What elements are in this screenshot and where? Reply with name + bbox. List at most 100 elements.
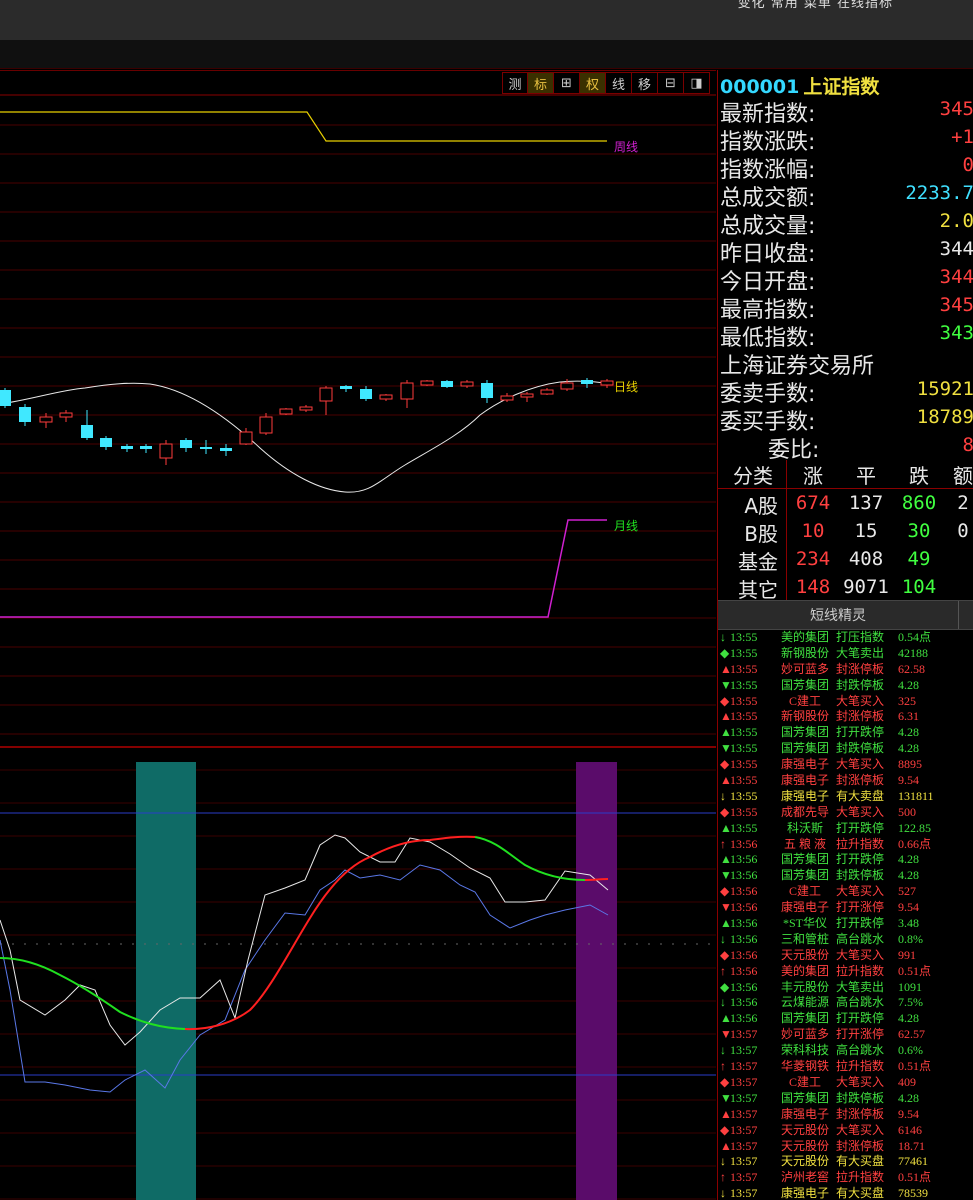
feed-time: 13:56 xyxy=(730,947,758,962)
sprite-feed-item[interactable]: ▲13:55 妙可蓝多 封涨停板 62.58 xyxy=(720,662,973,678)
feed-time: 13:56 xyxy=(730,1011,758,1026)
chart-tool-button[interactable]: 线 xyxy=(606,72,632,94)
chart-tool-button[interactable]: 移 xyxy=(632,72,658,94)
feed-time: 13:56 xyxy=(730,995,758,1010)
feed-value: 9.54 xyxy=(898,900,919,915)
quote-row: 最低指数: 343 xyxy=(720,320,973,351)
feed-time: 13:55 xyxy=(730,804,758,819)
feed-time: 13:55 xyxy=(730,693,758,708)
order-row: 委比: 8 xyxy=(720,432,973,463)
sprite-feed-item[interactable]: ▼13:55 国芳集团 封跌停板 4.28 xyxy=(720,741,973,757)
feed-time: 13:57 xyxy=(730,1059,758,1074)
sprite-feed-item[interactable]: ◆13:57 C建工 大笔买入 409 xyxy=(720,1075,973,1091)
feed-event: 打开跌停 xyxy=(836,725,885,740)
sprite-feed-item[interactable]: ↓ 13:57 康强电子 有大买盘 78539 xyxy=(720,1186,973,1200)
sprite-feed-item[interactable]: ▲13:56 国芳集团 打开跌停 4.28 xyxy=(720,1011,973,1027)
kline-chart[interactable]: 周线 日线 月线 xyxy=(0,70,716,1200)
sprite-feed-item[interactable]: ↓ 13:56 三和管桩 高台跳水 0.8% xyxy=(720,932,973,948)
sprite-feed-item[interactable]: ▼13:56 国芳集团 封跌停板 4.28 xyxy=(720,868,973,884)
candle-body xyxy=(420,380,434,386)
feed-icon: ◆ xyxy=(720,947,730,962)
sprite-feed-item[interactable]: ◆13:56 C建工 大笔买入 527 xyxy=(720,884,973,900)
quote-title: 000001 上证指数 xyxy=(720,72,879,99)
sprite-feed-item[interactable]: ◆13:55 康强电子 大笔买入 8895 xyxy=(720,757,973,773)
feed-event: 高台跳水 xyxy=(836,995,885,1010)
quote-row: 总成交额: 2233.7 xyxy=(720,180,973,211)
sprite-feed-item[interactable]: ↑ 13:57 泸州老窖 拉升指数 0.51点 xyxy=(720,1170,973,1186)
sprite-feed-item[interactable]: ↑ 13:57 华菱钢铁 拉升指数 0.51点 xyxy=(720,1059,973,1075)
sprite-feed-item[interactable]: ↑ 13:56 美的集团 拉升指数 0.51点 xyxy=(720,964,973,980)
feed-value: 4.28 xyxy=(898,677,919,692)
candle-body xyxy=(81,425,93,438)
feed-event: 拉升指数 xyxy=(836,1170,885,1185)
top-menu[interactable]: 变化 常用 菜单 在线指标 xyxy=(738,0,893,11)
feed-icon: ▲ xyxy=(720,661,732,676)
sprite-feed[interactable]: ↓ 13:55 美的集团 打压指数 0.54点 ◆13:55 新钢股份 大笔卖出 42188 ▲1… xyxy=(720,630,973,1200)
feed-icon: ▲ xyxy=(720,820,732,835)
sprite-feed-item[interactable]: ▲13:55 康强电子 封涨停板 9.54 xyxy=(720,773,973,789)
candle-body xyxy=(159,443,173,459)
sprite-feed-item[interactable]: ◆13:56 天元股份 大笔买入 991 xyxy=(720,948,973,964)
feed-icon: ↓ xyxy=(720,1186,726,1200)
sprite-tab[interactable] xyxy=(958,601,973,629)
sprite-feed-item[interactable]: ↓ 13:57 荣科科技 高台跳水 0.6% xyxy=(720,1043,973,1059)
feed-time: 13:56 xyxy=(730,884,758,899)
sprite-feed-item[interactable]: ◆13:55 C建工 大笔买入 325 xyxy=(720,694,973,710)
sprite-feed-item[interactable]: ↓ 13:57 天元股份 有大买盘 77461 xyxy=(720,1154,973,1170)
feed-event: 大笔买入 xyxy=(836,804,885,819)
feed-event: 大笔买入 xyxy=(836,757,885,772)
sprite-feed-item[interactable]: ↓ 13:55 康强电子 有大卖盘 131811 xyxy=(720,789,973,805)
feed-time: 13:57 xyxy=(730,1170,758,1185)
index-code[interactable]: 000001 xyxy=(720,76,799,98)
quote-row: 最新指数: 345 xyxy=(720,96,973,127)
chart-tool-button[interactable]: 标 xyxy=(528,72,554,94)
sprite-feed-item[interactable]: ▼13:56 康强电子 打开涨停 9.54 xyxy=(720,900,973,916)
feed-event: 封涨停板 xyxy=(836,1138,885,1153)
sprite-feed-item[interactable]: ◆13:56 丰元股份 大笔卖出 1091 xyxy=(720,980,973,996)
order-row: 委买手数: 18789 xyxy=(720,404,973,435)
feed-event: 有大买盘 xyxy=(836,1154,885,1169)
index-name[interactable]: 上证指数 xyxy=(803,76,879,98)
feed-icon: ◆ xyxy=(720,1074,730,1089)
feed-name: 天元股份 xyxy=(780,1122,829,1137)
sprite-feed-item[interactable]: ▲13:55 国芳集团 打开跌停 4.28 xyxy=(720,725,973,741)
sprite-feed-item[interactable]: ▼13:55 国芳集团 封跌停板 4.28 xyxy=(720,678,973,694)
sprite-feed-item[interactable]: ▼13:57 国芳集团 封跌停板 4.28 xyxy=(720,1091,973,1107)
sprite-feed-item[interactable]: ↓ 13:55 美的集团 打压指数 0.54点 xyxy=(720,630,973,646)
candles xyxy=(0,378,614,465)
chart-tool-button[interactable]: ⊟ xyxy=(658,72,684,94)
sprite-feed-item[interactable]: ▼13:57 妙可蓝多 打开涨停 62.57 xyxy=(720,1027,973,1043)
weekly-line xyxy=(0,111,607,142)
chart-tool-button[interactable]: ⊞ xyxy=(554,72,580,94)
chart-tool-button[interactable]: ◨ xyxy=(684,72,710,94)
sprite-feed-item[interactable]: ▲13:56 国芳集团 打开跌停 4.28 xyxy=(720,852,973,868)
feed-value: 62.57 xyxy=(898,1027,925,1042)
monthly-line xyxy=(0,519,607,618)
sprite-feed-item[interactable]: ↑ 13:56 五 粮 液拉升指数 0.66点 xyxy=(720,837,973,853)
feed-icon: ▼ xyxy=(720,1027,732,1042)
order-value: 18789 xyxy=(916,406,973,428)
sprite-feed-item[interactable]: ▲13:55 科沃斯 打开跌停 122.85 xyxy=(720,821,973,837)
feed-icon: ▲ xyxy=(720,725,732,740)
sprite-feed-item[interactable]: ↓ 13:56 云煤能源 高台跳水 7.5% xyxy=(720,995,973,1011)
sprite-feed-item[interactable]: ▲13:56 *ST华仪 打开跌停 3.48 xyxy=(720,916,973,932)
order-row: 委卖手数: 15921 xyxy=(720,376,973,407)
feed-time: 13:57 xyxy=(730,1122,758,1137)
feed-event: 大笔买入 xyxy=(836,1122,885,1137)
feed-icon: ▲ xyxy=(720,1138,732,1153)
sprite-feed-item[interactable]: ◆13:57 天元股份 大笔买入 6146 xyxy=(720,1123,973,1139)
chart-tool-button[interactable]: 权 xyxy=(580,72,606,94)
sprite-feed-item[interactable]: ◆13:55 新钢股份 大笔卖出 42188 xyxy=(720,646,973,662)
sprite-feed-item[interactable]: ◆13:55 成都先导 大笔买入 500 xyxy=(720,805,973,821)
breadth-cell-down: 49 xyxy=(907,548,931,570)
indicator-white-line xyxy=(0,834,609,1046)
sprite-feed-item[interactable]: ▲13:55 新钢股份 封涨停板 6.31 xyxy=(720,709,973,725)
feed-icon: ▼ xyxy=(720,900,732,915)
short-term-sprite-header[interactable]: 短线精灵 xyxy=(718,600,973,630)
feed-value: 0.6% xyxy=(898,1043,923,1058)
feed-name: 美的集团 xyxy=(780,630,829,644)
sprite-feed-item[interactable]: ▲13:57 天元股份 封涨停板 18.71 xyxy=(720,1139,973,1155)
sprite-feed-item[interactable]: ▲13:57 康强电子 封涨停板 9.54 xyxy=(720,1107,973,1123)
feed-time: 13:56 xyxy=(730,868,758,883)
chart-tool-button[interactable]: 测 xyxy=(502,72,528,94)
